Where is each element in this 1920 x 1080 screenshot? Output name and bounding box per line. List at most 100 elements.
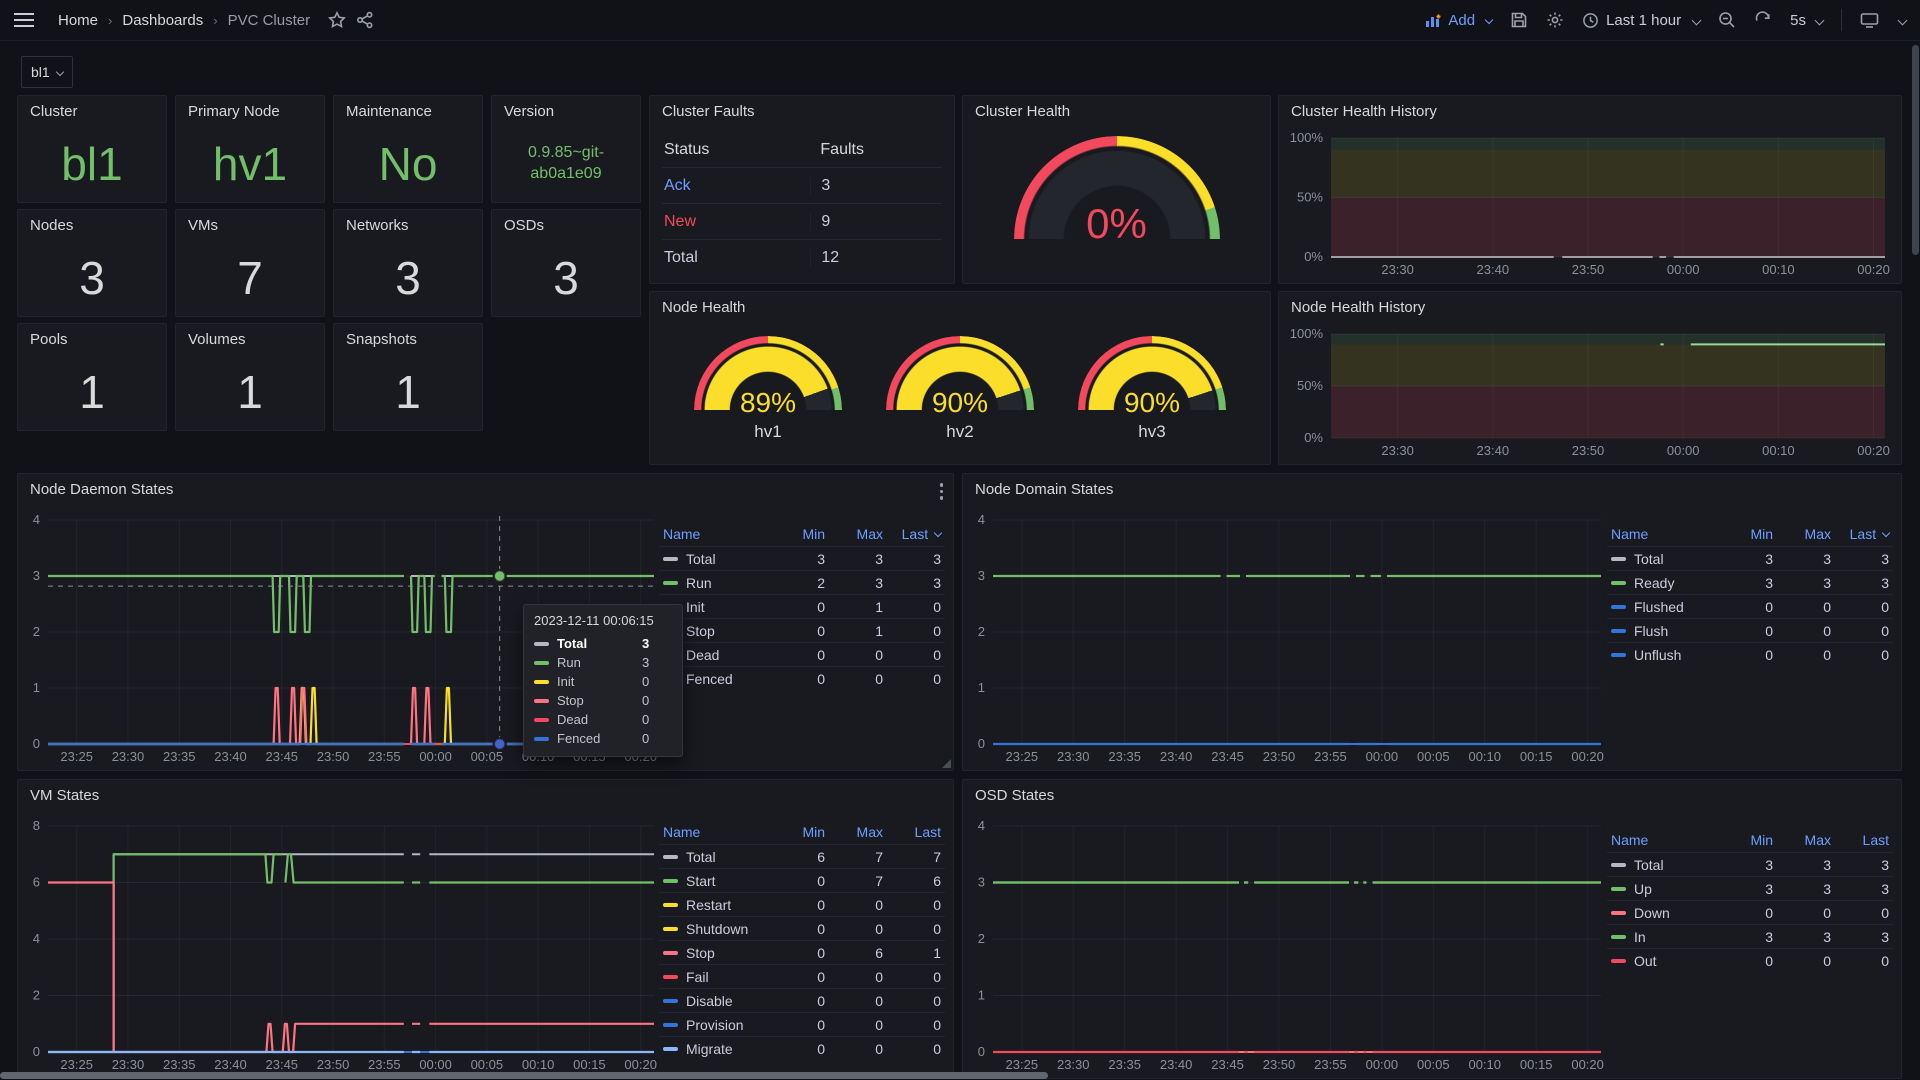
- panel-title: VM States: [18, 780, 953, 812]
- clock-icon: [1582, 12, 1599, 29]
- node-domain-states-chart[interactable]: 0123423:2523:3023:3523:4023:4523:5023:55…: [967, 510, 1611, 766]
- legend-row[interactable]: Disable 000: [659, 988, 945, 1012]
- vertical-scrollbar[interactable]: [1912, 45, 1919, 255]
- svg-text:23:35: 23:35: [1108, 1057, 1141, 1072]
- legend-row[interactable]: Shutdown 000: [659, 916, 945, 940]
- panel-node-daemon-states: Node Daemon States 0123423:2523:3023:352…: [17, 473, 954, 771]
- legend-row[interactable]: Total 333: [1607, 546, 1893, 570]
- svg-text:1: 1: [33, 680, 40, 695]
- stat-value: 3: [18, 248, 166, 308]
- add-button[interactable]: Add: [1425, 12, 1492, 29]
- panel-menu-icon[interactable]: [940, 483, 944, 500]
- legend-row[interactable]: Run 233: [659, 570, 945, 594]
- svg-text:4: 4: [978, 512, 985, 527]
- legend-row[interactable]: Up 333: [1607, 876, 1893, 900]
- stat-panel-volumes: Volumes 1: [175, 323, 325, 431]
- legend-row[interactable]: Fail 000: [659, 964, 945, 988]
- faults-table-header: Status Faults: [662, 132, 942, 168]
- legend-row[interactable]: Stop 061: [659, 940, 945, 964]
- time-range-picker[interactable]: Last 1 hour: [1582, 12, 1700, 29]
- stat-panel-pools: Pools 1: [17, 323, 167, 431]
- legend-row[interactable]: Flushed 000: [1607, 594, 1893, 618]
- svg-text:23:50: 23:50: [1572, 262, 1605, 277]
- svg-text:23:50: 23:50: [1263, 749, 1296, 764]
- chevron-down-icon[interactable]: [1898, 15, 1908, 25]
- menu-icon[interactable]: [14, 13, 34, 27]
- legend-row[interactable]: Down 000: [1607, 900, 1893, 924]
- legend-row[interactable]: Flush 000: [1607, 618, 1893, 642]
- breadcrumb-dashboards[interactable]: Dashboards: [122, 12, 203, 29]
- legend-row[interactable]: Init 010: [659, 594, 945, 618]
- svg-text:0: 0: [33, 736, 40, 751]
- save-dashboard-icon[interactable]: [1510, 11, 1528, 29]
- legend-row[interactable]: Provision 000: [659, 1012, 945, 1036]
- svg-text:00:20: 00:20: [1571, 1057, 1604, 1072]
- zoom-out-icon[interactable]: [1718, 11, 1736, 29]
- svg-text:23:30: 23:30: [1381, 443, 1414, 458]
- svg-text:2: 2: [978, 931, 985, 946]
- panel-title: Cluster: [18, 96, 166, 128]
- panel-title: Cluster Health History: [1279, 96, 1901, 128]
- node-health-gauge-hv1: 89% hv1: [694, 336, 842, 442]
- refresh-icon[interactable]: [1754, 11, 1772, 29]
- legend-row[interactable]: Dead 000: [659, 642, 945, 666]
- gauge-value: 89%: [694, 387, 842, 419]
- tv-mode-icon[interactable]: [1860, 12, 1879, 29]
- variable-selector-cluster[interactable]: bl1: [21, 56, 73, 88]
- legend-row[interactable]: Ready 333: [1607, 570, 1893, 594]
- legend-row[interactable]: Total 333: [1607, 852, 1893, 876]
- panel-node-domain-states: Node Domain States 0123423:2523:3023:352…: [962, 473, 1902, 771]
- node-health-history-chart[interactable]: 0%50%100%23:3023:4023:5000:0000:1000:20: [1285, 324, 1895, 460]
- cluster-health-history-chart[interactable]: 0%50%100%23:3023:4023:5000:0000:1000:20: [1285, 128, 1895, 279]
- legend-header[interactable]: NameMinMax Last: [659, 522, 945, 546]
- faults-table: Status Faults Ack 3 New 9 Total 12: [662, 132, 942, 276]
- stat-value: 3: [334, 248, 482, 308]
- stat-value: 1: [18, 362, 166, 422]
- stat-value: 1: [334, 362, 482, 422]
- legend-row[interactable]: Restart 000: [659, 892, 945, 916]
- panel-title: OSDs: [492, 210, 640, 242]
- svg-text:00:20: 00:20: [1857, 443, 1890, 458]
- legend-row[interactable]: Start 076: [659, 868, 945, 892]
- legend-row[interactable]: Out 000: [1607, 948, 1893, 972]
- share-icon[interactable]: [356, 11, 374, 29]
- legend-row[interactable]: Unflush 000: [1607, 642, 1893, 666]
- refresh-interval-select[interactable]: 5s: [1790, 12, 1823, 29]
- svg-text:2: 2: [33, 988, 40, 1003]
- gauge-value: 90%: [886, 387, 1034, 419]
- stat-value: 3: [492, 248, 640, 308]
- panel-vm-states: VM States 0246823:2523:3023:3523:4023:45…: [17, 779, 954, 1079]
- dashboard-settings-icon[interactable]: [1546, 11, 1564, 29]
- chart-tooltip: 2023-12-11 00:06:15 Total 3 Run 3 Init 0…: [523, 604, 683, 757]
- node-domain-states-legend[interactable]: NameMinMax Last Total 333 Ready 333 Flus…: [1607, 522, 1893, 666]
- vm-states-legend[interactable]: NameMinMax Last Total 677 Start 076 Rest…: [659, 820, 945, 1060]
- cluster-health-gauge: 0%: [1014, 136, 1220, 239]
- legend-row[interactable]: Fenced 000: [659, 666, 945, 690]
- breadcrumb-home[interactable]: Home: [58, 12, 98, 29]
- vm-states-chart[interactable]: 0246823:2523:3023:3523:4023:4523:5023:55…: [22, 816, 664, 1074]
- legend-header[interactable]: NameMinMax Last: [1607, 828, 1893, 852]
- svg-text:23:55: 23:55: [1314, 1057, 1347, 1072]
- star-icon[interactable]: [328, 11, 346, 29]
- osd-states-legend[interactable]: NameMinMax Last Total 333 Up 333 Down 00…: [1607, 828, 1893, 972]
- svg-text:23:25: 23:25: [1006, 749, 1039, 764]
- node-daemon-states-legend[interactable]: NameMinMax Last Total 333 Run 233 Init 0…: [659, 522, 945, 690]
- horizontal-scrollbar[interactable]: [0, 1072, 1048, 1079]
- legend-row[interactable]: Total 677: [659, 844, 945, 868]
- svg-text:00:20: 00:20: [1571, 749, 1604, 764]
- stat-value: 0.9.85~git-ab0a1e09: [492, 134, 640, 194]
- legend-header[interactable]: NameMinMax Last: [659, 820, 945, 844]
- legend-row[interactable]: Stop 010: [659, 618, 945, 642]
- stat-value: hv1: [176, 134, 324, 194]
- panel-resize-handle[interactable]: [942, 759, 951, 768]
- legend-row[interactable]: In 333: [1607, 924, 1893, 948]
- legend-row[interactable]: Total 333: [659, 546, 945, 570]
- panel-title: Node Domain States: [963, 474, 1901, 506]
- osd-states-chart[interactable]: 0123423:2523:3023:3523:4023:4523:5023:55…: [967, 816, 1611, 1074]
- node-health-gauge-hv2: 90% hv2: [886, 336, 1034, 442]
- legend-header[interactable]: NameMinMax Last: [1607, 522, 1893, 546]
- svg-text:00:00: 00:00: [1667, 262, 1700, 277]
- breadcrumb-separator: ›: [108, 13, 112, 28]
- svg-text:23:45: 23:45: [266, 749, 299, 764]
- legend-row[interactable]: Migrate 000: [659, 1036, 945, 1060]
